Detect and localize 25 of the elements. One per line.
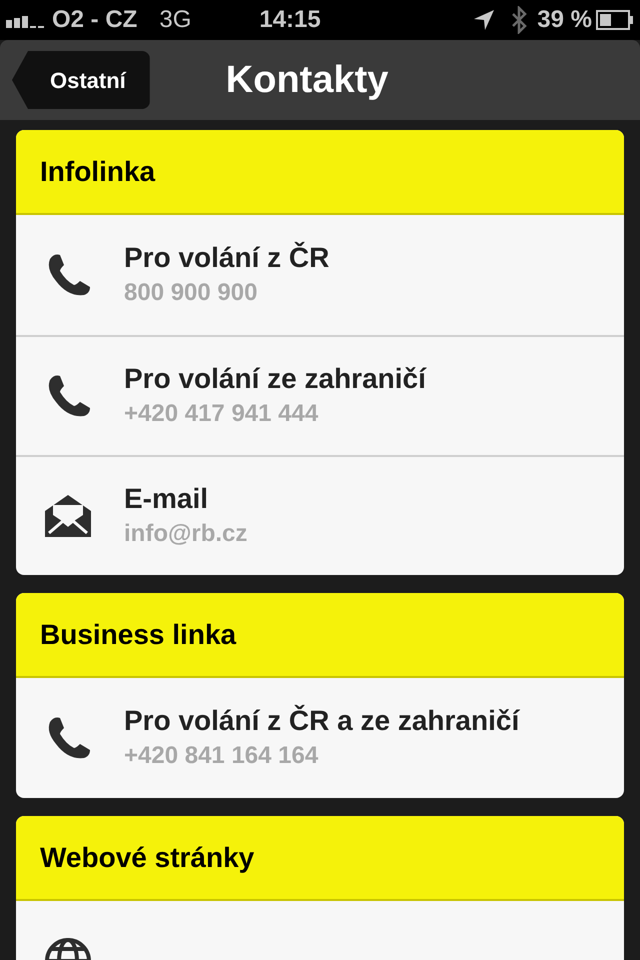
location-arrow-icon	[473, 9, 496, 31]
clock: 14:15	[259, 5, 321, 35]
contact-label: E-mail	[124, 482, 210, 516]
contact-row[interactable]: Pro volání z ČR a ze zahraničí +420 841 164 164	[16, 678, 624, 798]
contact-value: info@rb.cz	[124, 519, 248, 549]
contact-row[interactable]: Pro volání z ČR 800 900 900	[16, 215, 624, 335]
envelope-icon	[43, 493, 93, 539]
carrier-name: O2 - CZ	[52, 5, 138, 35]
contact-row[interactable]: Pro volání ze zahraničí +420 417 941 444	[16, 335, 624, 455]
back-button[interactable]: Ostatní	[12, 51, 150, 109]
contact-value: +420 417 941 444	[124, 399, 320, 429]
section-header: Infolinka	[16, 130, 624, 215]
contact-row[interactable]: E-mail info@rb.cz	[16, 455, 624, 575]
section-header: Webové stránky	[16, 816, 624, 901]
contact-label: Pro volání z ČR	[124, 240, 330, 275]
bluetooth-icon	[511, 6, 528, 34]
contact-label: Pro volání z ČR a ze zahraničí	[124, 704, 520, 738]
screen-title: Kontakty	[226, 58, 388, 102]
battery-percent: 39 %	[537, 5, 592, 35]
contact-value: +420 841 164 164	[124, 741, 320, 771]
network-type: 3G	[159, 5, 192, 35]
section-header: Business linka	[16, 593, 624, 678]
contact-value: 800 900 900	[124, 278, 258, 308]
battery-icon	[596, 10, 634, 30]
contact-label: Pro volání ze zahraničí	[124, 362, 426, 396]
